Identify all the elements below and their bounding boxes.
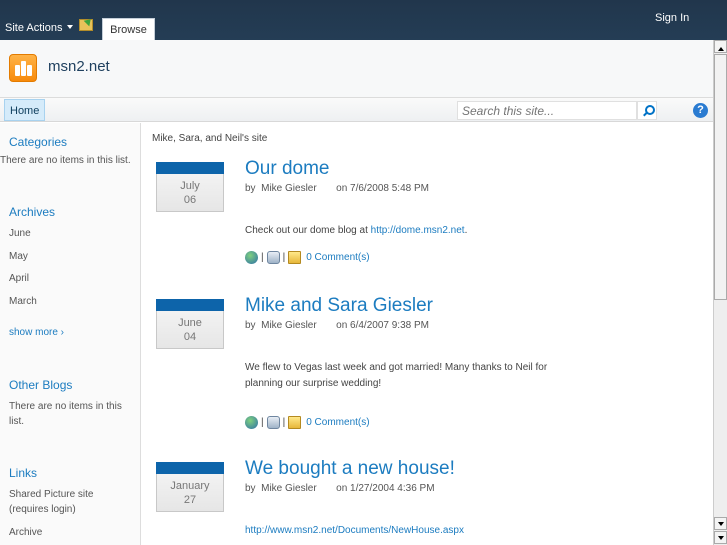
search-icon[interactable] [637, 101, 657, 120]
date-badge: July 06 [156, 162, 224, 212]
post-meta: by Mike Giesler on 6/4/2007 9:38 PM [245, 320, 429, 331]
scroll-down-icon[interactable] [714, 531, 727, 544]
permalink-icon[interactable] [245, 251, 258, 264]
other-blogs-heading[interactable]: Other Blogs [9, 378, 72, 392]
post-month: January [170, 480, 210, 492]
vertical-scrollbar[interactable] [713, 40, 727, 545]
comments-link[interactable]: 0 Comment(s) [306, 417, 369, 428]
scrollbar-thumb[interactable] [714, 54, 727, 300]
date-badge: June 04 [156, 299, 224, 349]
post-title[interactable]: Mike and Sara Giesler [245, 295, 433, 317]
post-link[interactable]: http://dome.msn2.net [371, 225, 465, 236]
post-link[interactable]: http://www.msn2.net/Documents/NewHouse.a… [245, 525, 464, 536]
link-item[interactable]: Archive [9, 525, 42, 540]
post-title[interactable]: We bought a new house! [245, 458, 455, 480]
other-blogs-empty: There are no items in this list. [9, 401, 122, 427]
archive-item[interactable]: April [9, 271, 29, 286]
categories-heading[interactable]: Categories [9, 135, 67, 149]
archive-item[interactable]: May [9, 249, 28, 264]
post-meta: by Mike Giesler on 1/27/2004 4:36 PM [245, 483, 435, 494]
archive-item[interactable]: June [9, 226, 31, 241]
post-body: Check out our dome blog at http://dome.m… [245, 223, 575, 239]
post-meta: by Mike Giesler on 7/6/2008 5:48 PM [245, 183, 429, 194]
scroll-up-icon[interactable] [714, 40, 727, 53]
email-icon[interactable] [266, 251, 280, 264]
sign-in-link[interactable]: Sign In [655, 12, 689, 24]
site-title[interactable]: msn2.net [48, 58, 110, 75]
show-more-link[interactable]: show more › [9, 325, 64, 340]
date-badge: January 27 [156, 462, 224, 512]
post-actions: | | 0 Comment(s) [245, 251, 370, 264]
comments-link[interactable]: 0 Comment(s) [306, 252, 369, 263]
links-heading[interactable]: Links [9, 466, 37, 480]
categories-empty: There are no items in this list. [0, 155, 131, 166]
post-month: June [178, 317, 202, 329]
post-title[interactable]: Our dome [245, 158, 329, 180]
tab-browse[interactable]: Browse [102, 18, 155, 40]
comment-icon[interactable] [288, 416, 302, 429]
left-sidebar: Categories There are no items in this li… [0, 123, 141, 545]
permalink-icon[interactable] [245, 416, 258, 429]
navigate-up-icon[interactable] [79, 19, 93, 31]
link-item[interactable]: Shared Picture site (requires login) [9, 487, 109, 517]
post-day: 27 [183, 494, 197, 506]
post-body: We flew to Vegas last week and got marri… [245, 362, 548, 389]
post-actions: | | 0 Comment(s) [245, 416, 370, 429]
help-icon[interactable]: ? [693, 103, 708, 118]
post-day: 06 [183, 194, 197, 206]
archives-heading[interactable]: Archives [9, 205, 55, 219]
breadcrumb[interactable]: Mike, Sara, and Neil's site [152, 133, 267, 144]
post-text-end: . [464, 225, 468, 236]
post-body: http://www.msn2.net/Documents/NewHouse.a… [245, 523, 575, 539]
email-icon[interactable] [266, 416, 280, 429]
search-input[interactable] [457, 101, 637, 120]
nav-home[interactable]: Home [4, 99, 46, 121]
site-logo-icon[interactable] [9, 54, 37, 82]
post-month: July [180, 180, 200, 192]
post-day: 04 [183, 331, 197, 343]
post-text: Check out our dome blog at [245, 225, 371, 236]
comment-icon[interactable] [288, 251, 302, 264]
archive-item[interactable]: March [9, 294, 37, 309]
scroll-down-icon[interactable] [714, 517, 727, 530]
site-actions-menu[interactable]: Site Actions [5, 22, 73, 34]
